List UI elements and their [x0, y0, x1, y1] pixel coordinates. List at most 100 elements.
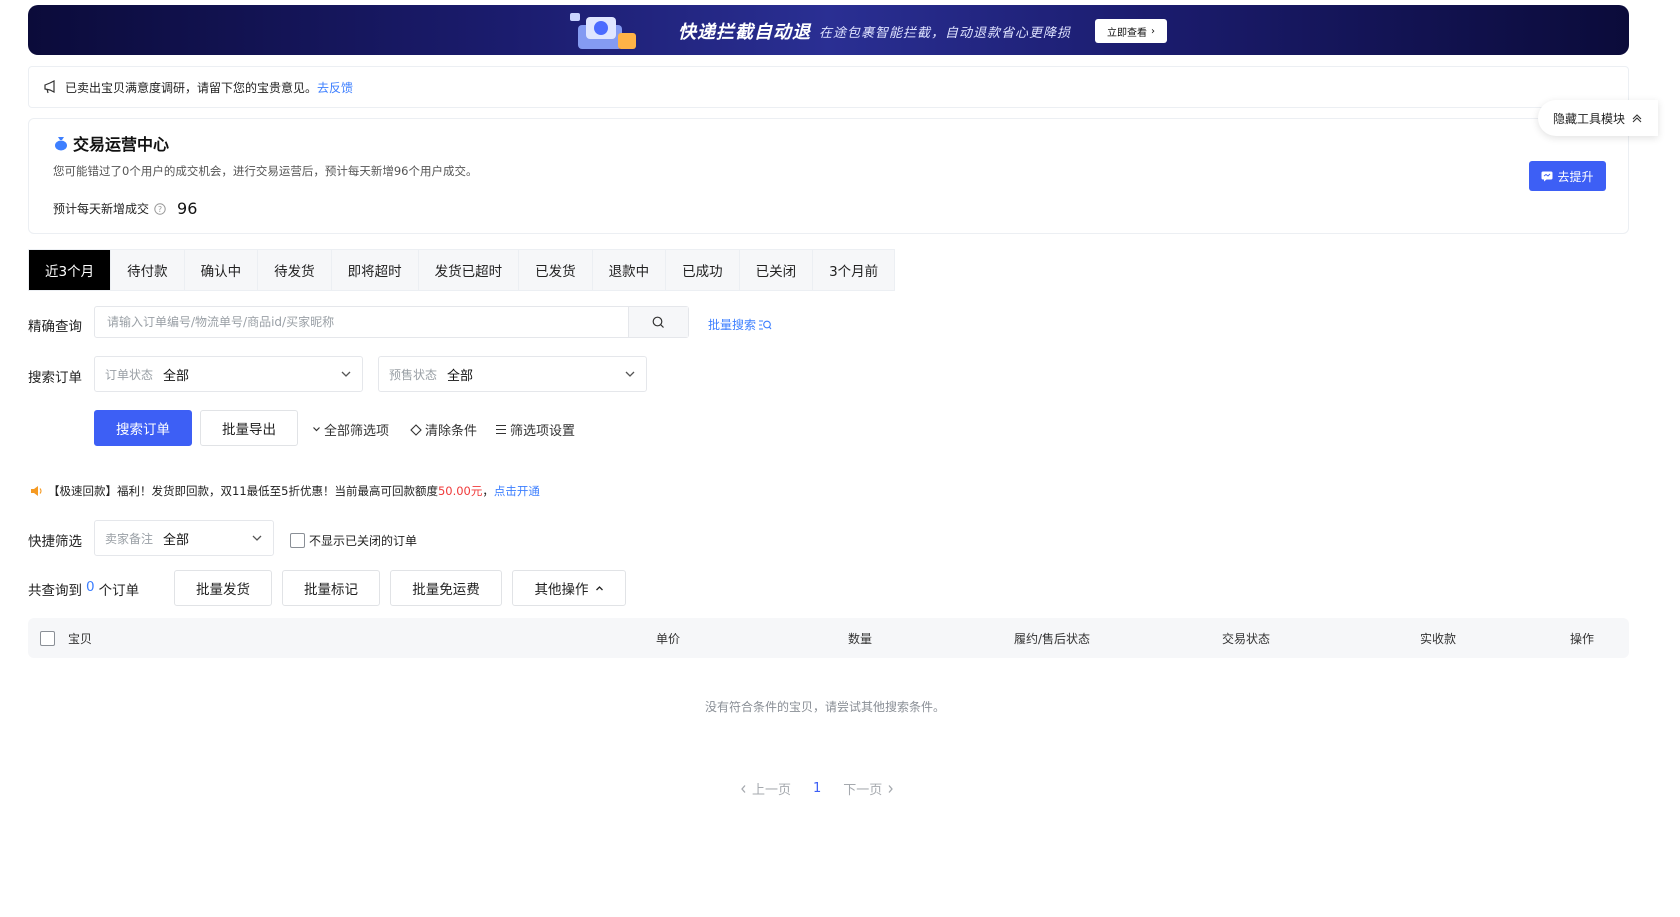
precise-search-box [94, 306, 689, 338]
chevron-up-icon [1632, 114, 1642, 123]
chevron-right-icon: › [1151, 25, 1155, 37]
batch-free-shipping-button[interactable]: 批量免运费 [390, 570, 502, 606]
result-count-suffix: 个订单 [98, 583, 140, 599]
promo-text: 【极速回款】福利！发货即回款，双11最低至5折优惠！当前最高可回款额度 [48, 484, 438, 498]
next-page-label: 下一页 [843, 783, 883, 798]
hide-closed-orders-option[interactable]: 不显示已关闭的订单 [290, 532, 417, 549]
tab-pending-shipment[interactable]: 待发货 [258, 250, 332, 290]
search-button[interactable] [628, 307, 688, 337]
precise-search-label: 精确查询 [28, 319, 82, 335]
tab-refunding[interactable]: 退款中 [592, 250, 667, 290]
tab-before-3-months[interactable]: 3个月前 [813, 250, 895, 290]
tab-recent-3-months[interactable]: 近3个月 [29, 250, 112, 290]
chevron-up-icon [595, 585, 603, 590]
promo-banner[interactable]: 快递拦截自动退 在途包裹智能拦截，自动退款省心更降损 立即查看 › [28, 5, 1629, 55]
order-status-prefix: 订单状态 [105, 367, 154, 382]
order-status-value: 全部 [163, 368, 190, 384]
search-orders-label: 搜索订单 [28, 370, 82, 386]
tab-shipment-overdue[interactable]: 发货已超时 [418, 250, 520, 290]
clear-conditions-label: 清除条件 [425, 424, 478, 439]
tab-confirming[interactable]: 确认中 [184, 250, 259, 290]
banner-illustration-icon [570, 13, 636, 49]
quick-filter-label: 快捷筛选 [28, 534, 82, 550]
filter-settings-label: 筛选项设置 [510, 424, 576, 439]
tab-succeeded[interactable]: 已成功 [666, 250, 740, 290]
batch-search-label: 批量搜索 [708, 318, 757, 332]
batch-ship-button[interactable]: 批量发货 [174, 570, 272, 606]
ops-center-title: 交易运营中心 [53, 131, 169, 155]
menu-icon [496, 424, 506, 435]
filter-settings-button[interactable]: 筛选项设置 [495, 420, 575, 439]
column-header-fulfillment: 履约/售后状态 [1014, 632, 1091, 646]
orders-table-header: 宝贝 单价 数量 履约/售后状态 交易状态 实收款 操作 [28, 618, 1629, 658]
seller-note-select[interactable]: 卖家备注 全部 [94, 520, 274, 556]
upgrade-button[interactable]: 去提升 [1529, 161, 1606, 191]
eraser-icon [410, 423, 422, 436]
result-count: 共查询到 0 个订单 [28, 579, 139, 599]
clear-conditions-button[interactable]: 清除条件 [410, 420, 477, 439]
column-header-item: 宝贝 [68, 632, 93, 646]
chevron-down-icon [313, 427, 320, 432]
precise-search-input[interactable] [95, 307, 628, 337]
chat-icon [1541, 171, 1553, 181]
chevron-down-icon [625, 371, 635, 377]
chevron-down-icon [341, 371, 351, 377]
result-count-prefix: 共查询到 [28, 583, 82, 599]
page-number-current[interactable]: 1 [813, 781, 821, 796]
select-all-checkbox[interactable] [40, 631, 55, 646]
prev-page-button[interactable]: 上一页 [740, 779, 791, 798]
promo-amount: 50.00元 [437, 484, 483, 498]
tab-closed[interactable]: 已关闭 [739, 250, 814, 290]
feedback-link[interactable]: 去反馈 [317, 79, 353, 96]
presale-status-value: 全部 [447, 368, 474, 384]
chevron-right-icon [888, 784, 894, 793]
help-icon[interactable]: ? [154, 202, 166, 215]
next-page-button[interactable]: 下一页 [843, 779, 894, 798]
ops-center-title-text: 交易运营中心 [73, 135, 170, 154]
batch-search-link[interactable]: 批量搜索 [708, 316, 772, 333]
result-count-value: 0 [86, 579, 95, 595]
notice-text: 已卖出宝贝满意度调研，请留下您的宝贵意见。 [65, 80, 318, 95]
promo-separator: ， [482, 484, 494, 498]
chevron-left-icon [741, 784, 746, 793]
prev-page-label: 上一页 [752, 783, 792, 798]
order-status-select[interactable]: 订单状态 全部 [94, 356, 363, 392]
tab-pending-payment[interactable]: 待付款 [111, 250, 185, 290]
all-filters-label: 全部筛选项 [324, 424, 390, 439]
other-operations-button[interactable]: 其他操作 [512, 570, 626, 606]
tab-shipped[interactable]: 已发货 [519, 250, 593, 290]
presale-status-prefix: 预售状态 [389, 367, 438, 382]
column-header-quantity: 数量 [848, 632, 873, 646]
predicted-deals-value: 96 [177, 199, 198, 218]
pagination: 上一页 1 下一页 [740, 779, 894, 798]
empty-state-text: 没有符合条件的宝贝，请尝试其他搜索条件。 [704, 700, 945, 714]
tab-about-to-timeout[interactable]: 即将超时 [331, 250, 419, 290]
seller-note-prefix: 卖家备注 [105, 531, 154, 546]
seller-note-value: 全部 [163, 532, 190, 548]
chevron-down-icon [252, 535, 262, 541]
column-header-trade-status: 交易状态 [1222, 632, 1271, 646]
megaphone-icon [44, 80, 55, 94]
banner-view-label: 立即查看 [1107, 27, 1147, 39]
banner-subtitle: 在途包裹智能拦截，自动退款省心更降损 [819, 26, 1072, 41]
hide-closed-checkbox[interactable] [290, 533, 305, 548]
banner-title: 快递拦截自动退 [678, 22, 811, 43]
ops-center-description: 您可能错过了0个用户的成交机会，进行交易运营后，预计每天新增96个用户成交。 [53, 164, 478, 178]
list-search-icon [759, 319, 772, 330]
upgrade-button-label: 去提升 [1557, 169, 1594, 184]
speaker-icon [31, 486, 42, 496]
predicted-deals-label: 预计每天新增成交 [53, 202, 150, 216]
search-icon [652, 316, 664, 328]
batch-export-button[interactable]: 批量导出 [200, 410, 298, 446]
hide-tools-toggle[interactable]: 隐藏工具模块 [1538, 100, 1658, 136]
search-orders-button[interactable]: 搜索订单 [94, 410, 192, 446]
all-filters-toggle[interactable]: 全部筛选项 [312, 420, 389, 439]
promo-open-link[interactable]: 点击开通 [494, 484, 540, 498]
svg-text:?: ? [158, 205, 162, 214]
order-status-tabs: 近3个月 待付款 确认中 待发货 即将超时 发货已超时 已发货 退款中 已成功 … [28, 249, 896, 291]
batch-mark-button[interactable]: 批量标记 [282, 570, 380, 606]
banner-view-button[interactable]: 立即查看 › [1095, 19, 1167, 43]
presale-status-select[interactable]: 预售状态 全部 [378, 356, 647, 392]
column-header-price: 单价 [656, 632, 681, 646]
trade-ops-center-card: 交易运营中心 您可能错过了0个用户的成交机会，进行交易运营后，预计每天新增96个… [28, 118, 1629, 234]
